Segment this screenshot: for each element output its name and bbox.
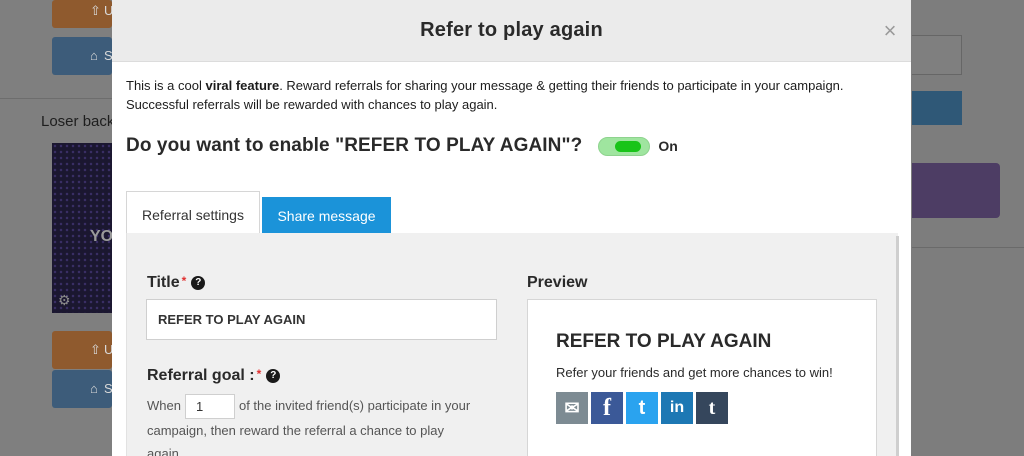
refer-to-play-again-modal: Refer to play again × This is a cool vir… [112, 0, 911, 456]
bank-icon: ⌂ [90, 48, 98, 63]
twitter-icon[interactable]: t [626, 392, 658, 424]
viral-feature-emphasis: viral feature [205, 78, 280, 93]
background-blue-bar [912, 91, 962, 125]
background-input [912, 35, 962, 75]
background-upload-button-2: ⇧ U [52, 331, 112, 369]
tumblr-icon[interactable]: t [696, 392, 728, 424]
referral-goal-input[interactable] [184, 394, 235, 420]
enable-toggle[interactable] [598, 136, 651, 156]
bank-icon: ⌂ [90, 381, 98, 396]
background-upload-button: ⇧ U [52, 0, 112, 28]
enable-row: Do you want to enable "REFER TO PLAY AGA… [126, 134, 678, 158]
referral-goal-sentence: Whenof the invited friend(s) participate… [147, 394, 477, 456]
modal-header: Refer to play again × [112, 0, 911, 62]
gear-icon: ⚙ [58, 292, 71, 308]
modal-title: Refer to play again [420, 19, 603, 41]
close-icon[interactable]: × [879, 20, 901, 42]
preview-label: Preview [527, 274, 588, 291]
tab-referral-settings[interactable]: Referral settings [126, 191, 260, 234]
background-divider-right [912, 247, 1024, 248]
required-mark: * [256, 367, 262, 381]
background-select-button: ⌂ Se [52, 37, 112, 75]
referral-goal-label: Referral goal : *? [147, 367, 281, 385]
linkedin-icon[interactable]: in [661, 392, 693, 424]
upload-icon: ⇧ [90, 342, 101, 357]
title-input[interactable] [146, 299, 497, 340]
enable-question: Do you want to enable "REFER TO PLAY AGA… [126, 135, 583, 156]
background-purple-bar [912, 163, 1000, 218]
required-mark: * [181, 274, 187, 288]
email-icon[interactable]: ✉ [556, 392, 588, 424]
background-select-button-2: ⌂ Se [52, 370, 112, 408]
background-divider [0, 98, 112, 99]
tab-share-message[interactable]: Share message [262, 197, 391, 234]
facebook-icon[interactable]: f [591, 392, 623, 424]
background-section-label: Loser back [41, 113, 115, 130]
preview-title: REFER TO PLAY AGAIN [556, 331, 772, 352]
background-thumbnail-text: YO [90, 228, 114, 245]
panel-scrollbar[interactable] [896, 236, 899, 456]
toggle-state-label: On [658, 138, 678, 154]
toggle-knob [615, 140, 642, 152]
help-icon[interactable]: ? [266, 368, 281, 383]
upload-icon: ⇧ [90, 3, 101, 18]
title-field-label: Title *? [147, 274, 206, 292]
share-buttons: ✉ f t in t [556, 392, 731, 424]
preview-box: REFER TO PLAY AGAIN Refer your friends a… [527, 299, 877, 456]
intro-text: This is a cool viral feature. Reward ref… [126, 78, 844, 112]
preview-text: Refer your friends and get more chances … [556, 365, 833, 380]
help-icon[interactable]: ? [191, 275, 206, 290]
